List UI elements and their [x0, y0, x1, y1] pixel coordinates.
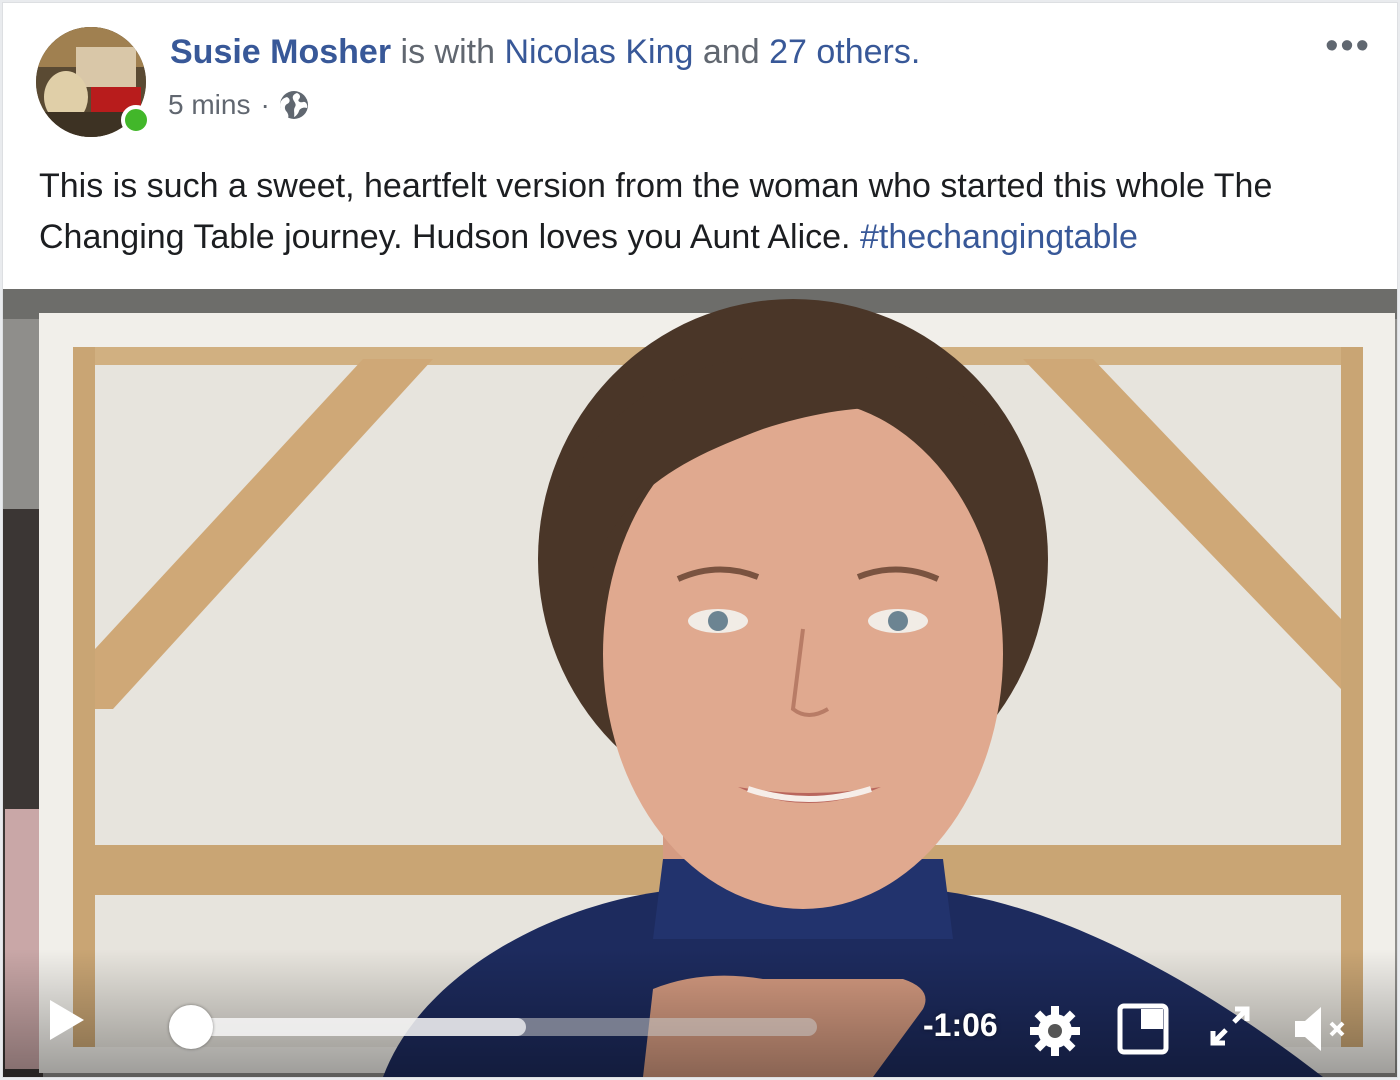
meta-separator: · [260, 89, 270, 120]
progress-buffered [171, 1018, 527, 1036]
post-headline: Susie Mosher is with Nicolas King and 27… [170, 33, 920, 72]
time-remaining: -1:06 [923, 1007, 998, 1043]
tagged-others-link[interactable]: 27 others. [769, 33, 920, 71]
post-timestamp-link[interactable]: 5 mins [168, 89, 250, 121]
video-controls: -1:06 [3, 967, 1397, 1077]
video-player[interactable]: -1:06 [3, 289, 1397, 1077]
globe-icon[interactable] [278, 89, 310, 121]
more-options-icon[interactable]: ••• [1325, 25, 1371, 68]
tagged-person-link[interactable]: Nicolas King [504, 33, 693, 71]
hashtag-link[interactable]: #thechangingtable [860, 218, 1138, 256]
post-caption: This is such a sweet, heartfelt version … [39, 161, 1359, 263]
with-text: is with [400, 33, 495, 71]
gear-icon[interactable] [1027, 1003, 1083, 1059]
video-frame [3, 289, 1397, 1077]
author-name-link[interactable]: Susie Mosher [170, 33, 391, 71]
post-meta: 5 mins · [168, 89, 310, 121]
progress-scrubber-handle[interactable] [169, 1005, 213, 1049]
volume-muted-icon[interactable] [1291, 1003, 1351, 1055]
feed-post: Susie Mosher is with Nicolas King and 27… [2, 2, 1398, 1078]
play-icon[interactable] [47, 997, 87, 1043]
online-status-indicator [121, 105, 151, 135]
and-text: and [702, 33, 760, 71]
progress-bar[interactable] [171, 1018, 817, 1036]
fullscreen-icon[interactable] [1207, 1003, 1253, 1049]
picture-in-picture-icon[interactable] [1117, 1003, 1169, 1055]
